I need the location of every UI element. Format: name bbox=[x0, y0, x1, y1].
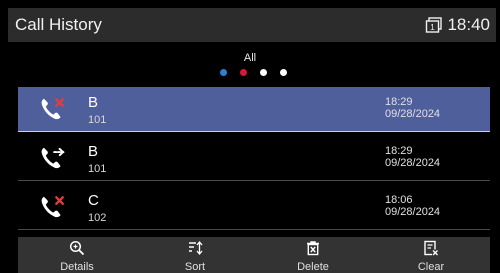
caller-number: 101 bbox=[88, 114, 107, 126]
softkey-bar: Details Sort Delete Clear bbox=[18, 237, 490, 273]
softkey-label: Sort bbox=[184, 261, 206, 273]
softkey-sort[interactable]: Sort bbox=[136, 237, 254, 273]
softkey-delete[interactable]: Delete bbox=[254, 237, 372, 273]
call-date: 09/28/2024 bbox=[385, 108, 441, 120]
call-history-screen: Call History 1 18:40 All B 101 18:29 09/28/… bbox=[0, 0, 500, 273]
clock: 18:40 bbox=[447, 15, 490, 34]
call-timestamp: 18:29 09/28/2024 bbox=[385, 96, 440, 120]
caller-name: C bbox=[88, 192, 99, 209]
softkey-label: Clear bbox=[417, 261, 445, 273]
page-title: Call History bbox=[15, 15, 102, 34]
call-timestamp: 18:06 09/28/2024 bbox=[385, 194, 440, 218]
caller-name: B bbox=[88, 143, 99, 160]
call-row[interactable]: B 101 18:29 09/28/2024 bbox=[18, 136, 490, 181]
softkey-details[interactable]: Details bbox=[18, 237, 136, 273]
missed-call-icon bbox=[38, 194, 66, 220]
caller-name: B bbox=[88, 94, 99, 111]
caller-number: 101 bbox=[88, 163, 107, 175]
filter-label: All bbox=[243, 52, 257, 64]
filter-dot-all[interactable] bbox=[220, 69, 227, 76]
filter-dot-missed[interactable] bbox=[240, 69, 247, 76]
status-area: 1 18:40 bbox=[425, 15, 490, 35]
call-list: B 101 18:29 09/28/2024 B 101 18:29 09/28/2024 C 1… bbox=[18, 87, 490, 234]
call-date: 09/28/2024 bbox=[385, 157, 441, 169]
call-time: 18:06 bbox=[385, 194, 413, 206]
filter-page-dots[interactable] bbox=[220, 69, 287, 77]
forwarded-call-icon bbox=[38, 145, 66, 171]
header-bar: Call History 1 18:40 bbox=[8, 8, 496, 42]
missed-call-icon bbox=[38, 96, 66, 122]
softkey-label: Details bbox=[60, 261, 94, 273]
line-badge: 1 bbox=[431, 23, 436, 32]
filter-dot-4[interactable] bbox=[280, 69, 287, 76]
call-row[interactable]: B 101 18:29 09/28/2024 bbox=[18, 87, 490, 132]
softkey-label: Delete bbox=[297, 261, 329, 273]
softkey-clear[interactable]: Clear bbox=[372, 237, 490, 273]
filter-dot-3[interactable] bbox=[260, 69, 267, 76]
caller-number: 102 bbox=[88, 212, 107, 224]
call-row[interactable]: C 102 18:06 09/28/2024 bbox=[18, 185, 490, 230]
call-timestamp: 18:29 09/28/2024 bbox=[385, 145, 440, 169]
call-time: 18:29 bbox=[385, 145, 413, 157]
line-icon: 1 bbox=[425, 17, 443, 33]
call-time: 18:29 bbox=[385, 96, 413, 108]
call-date: 09/28/2024 bbox=[385, 206, 441, 218]
